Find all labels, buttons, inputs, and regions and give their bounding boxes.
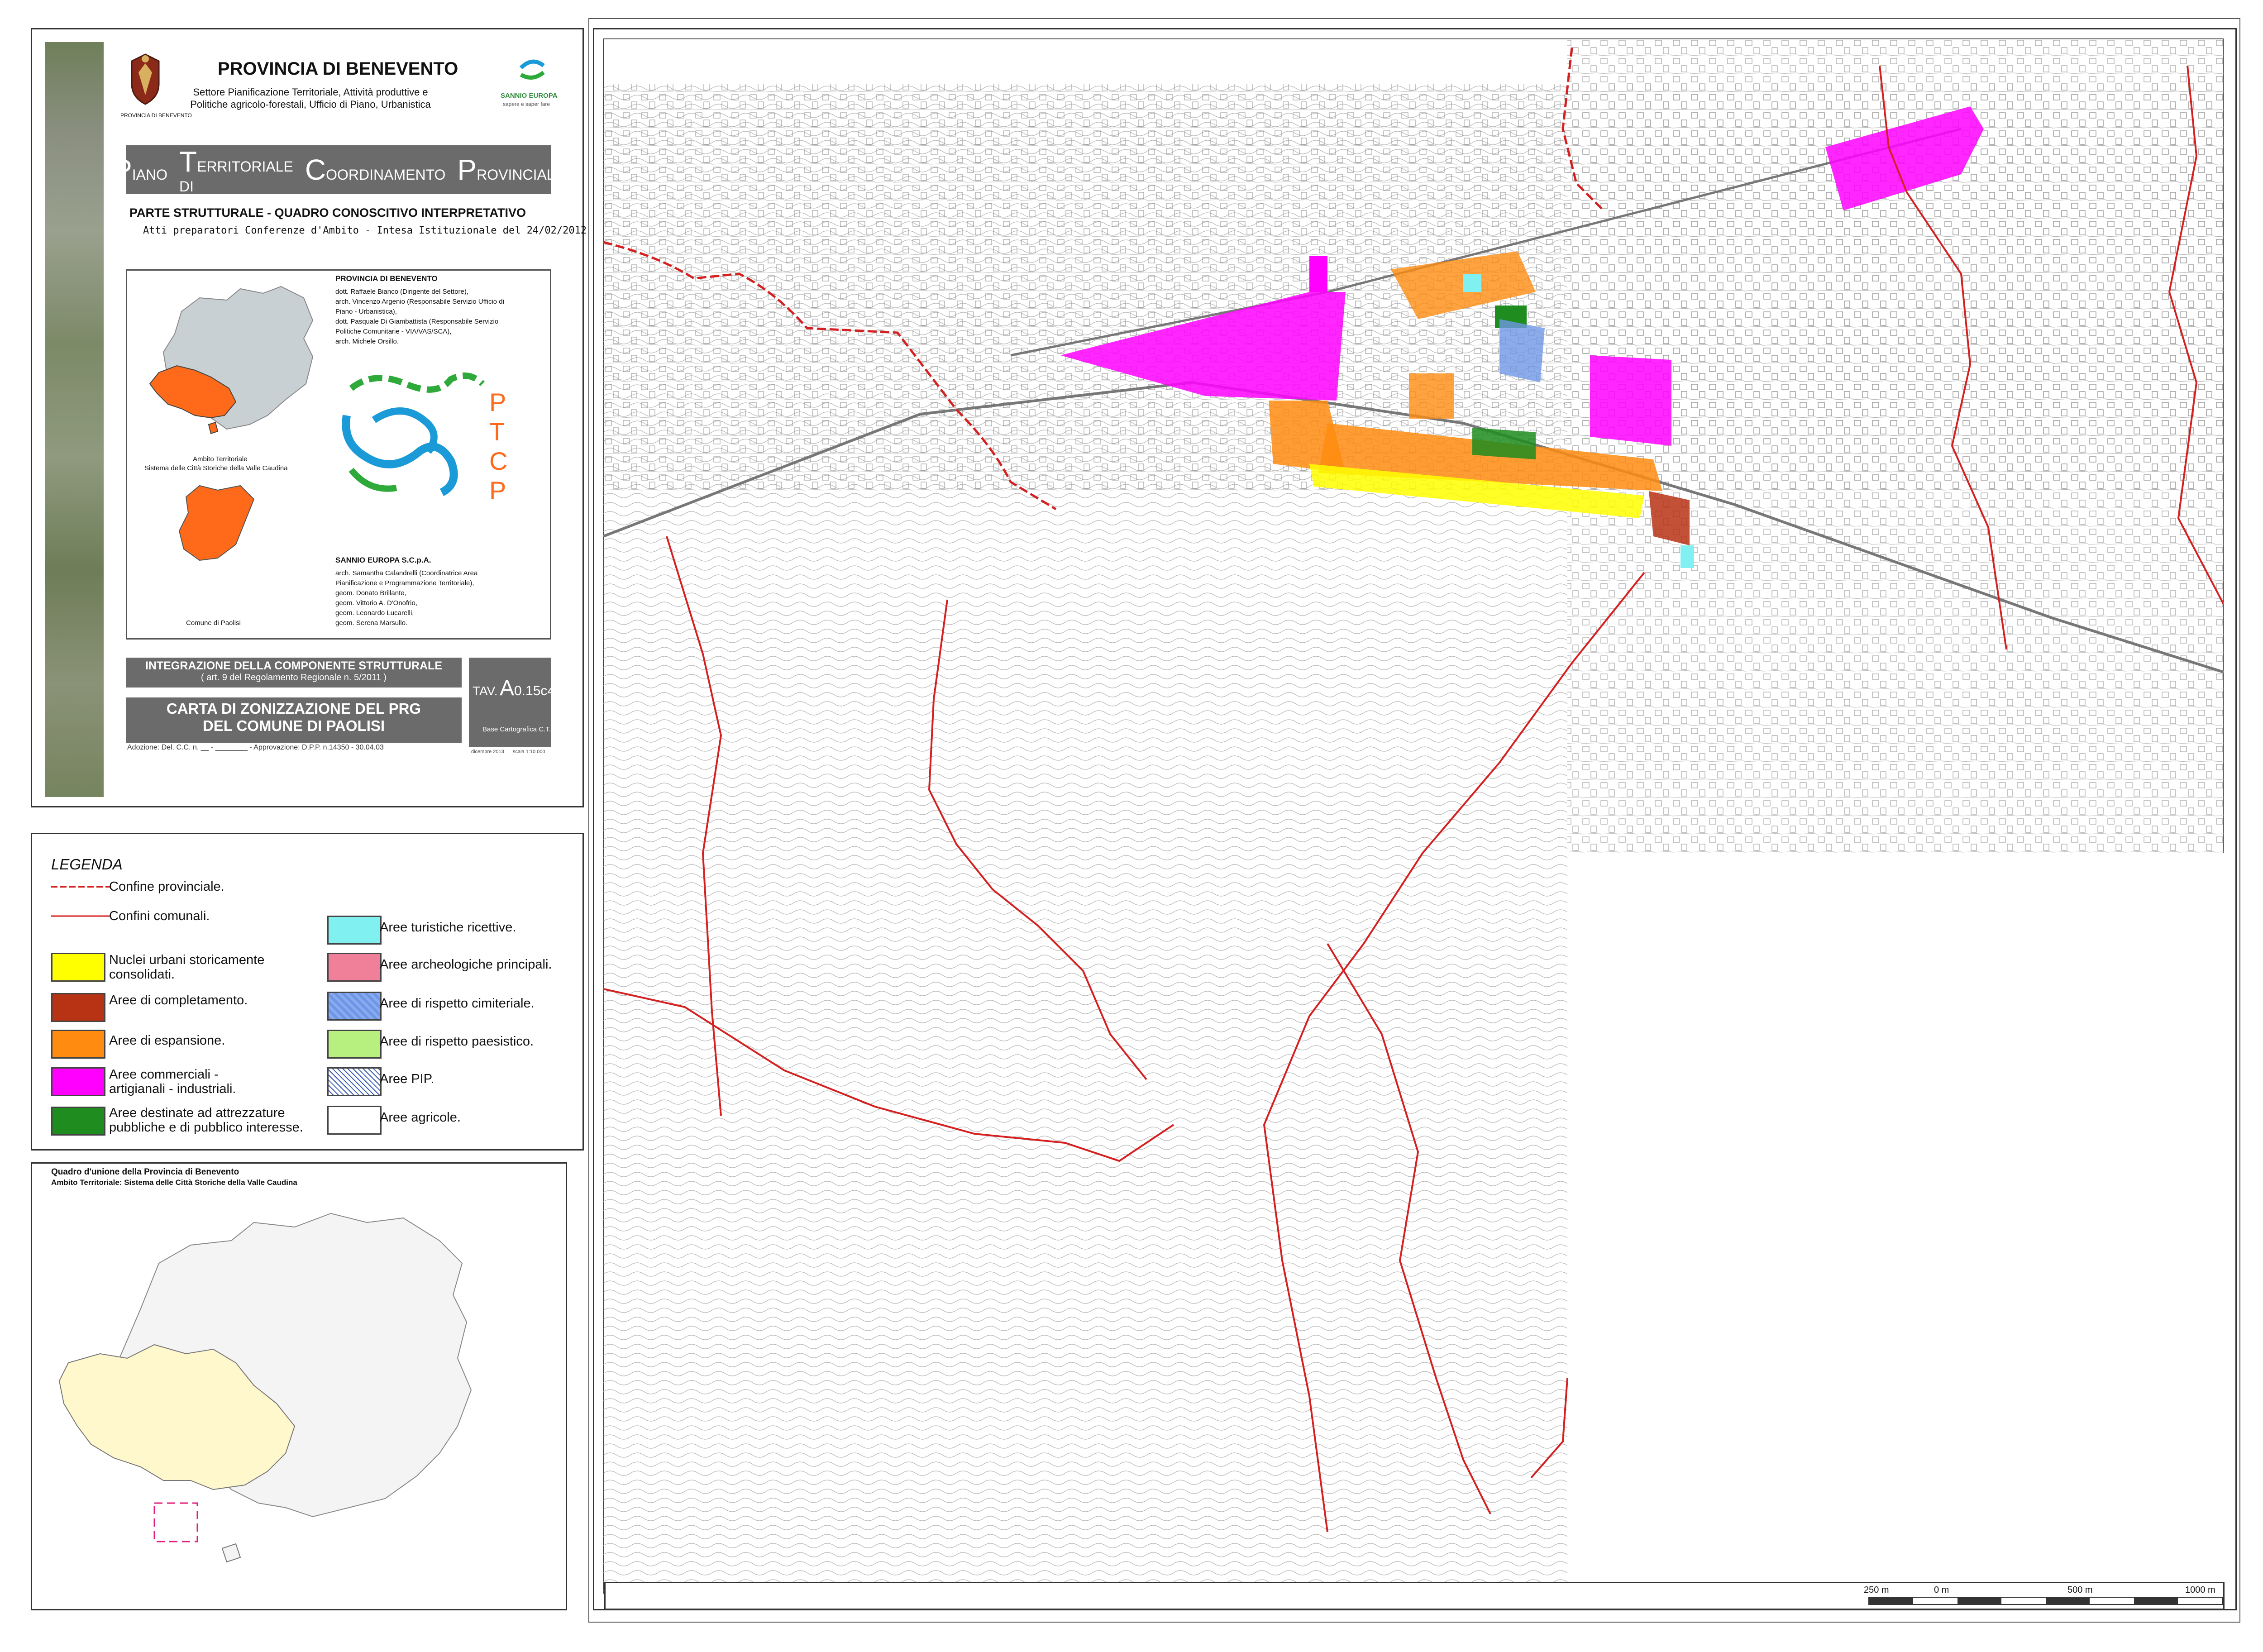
credits-box: Ambito Territoriale Sistema delle Città … [126,269,551,640]
credits-org1: PROVINCIA DI BENEVENTO [335,274,438,283]
legend-label: Confine provinciale. [109,879,224,894]
zoning-map [603,38,2224,1594]
legend-label: Aree agricole. [380,1110,461,1125]
map-caption-comune: Comune di Paolisi [186,619,241,627]
credit-line: arch. Vincenzo Argenio (Responsabile Ser… [335,298,504,306]
legend-label: Aree di completamento. [109,993,248,1007]
legend-label: Aree di rispetto cimiteriale. [380,996,535,1011]
ptcp-letter: P [489,388,506,416]
main-map-panel [593,28,2237,1610]
legend-swatch [327,992,382,1021]
comune-map-icon [178,485,255,561]
credit-line: arch. Michele Orsillo. [335,338,399,345]
legend-label: Aree di rispetto paesistico. [380,1034,534,1049]
credits-org2: SANNIO EUROPA S.C.p.A. [335,556,431,564]
scale-label-500: 500 m [2067,1585,2093,1595]
credit-line: arch. Samantha Calandrelli (Coordinatric… [335,569,478,577]
legend-swatch [51,953,105,982]
scale-label: scala 1:10.000 [513,749,545,754]
legend-swatch [51,1067,105,1096]
ptcp-letter: C [489,447,507,475]
legend-swatch [327,953,382,982]
overview-subtitle: Ambito Territoriale: Sistema delle Città… [51,1178,297,1187]
ptcp-logo-icon: P T C P [342,372,507,505]
credit-line: geom. Serena Marsullo. [335,619,408,627]
banner-word-1: PIANO [113,153,167,186]
credit-line: geom. Leonardo Lucarelli, [335,609,414,617]
credit-line: dott. Pasquale Di Giambattista (Responsa… [335,318,499,325]
tav-box: TAV. A0.15c48 Base Cartografica C.T.R. [469,658,563,747]
scale-strip: 250 m 0 m 500 m 1000 m [604,1582,2225,1610]
credit-line: geom. Donato Brillante, [335,589,406,597]
title-panel: PROVINCIA DI BENEVENTO PROVINCIA DI BENE… [31,28,587,807]
province-title: PROVINCIA DI BENEVENTO [218,59,458,79]
ptcp-banner: PIANO TERRITORIALE DI COORDINAMENTO PROV… [113,145,564,195]
credit-line: Piano - Urbanistica), [335,308,397,315]
scale-bar [1868,1597,2223,1605]
map-title-line1: CARTA DI ZONIZZAZIONE DEL PRG [166,700,421,717]
plan-part-title: PARTE STRUTTURALE - QUADRO CONOSCITIVO I… [129,206,526,220]
map-title-line2: DEL COMUNE DI PAOLISI [202,717,385,734]
banner-word-3: COORDINAMENTO [305,153,446,186]
partner-tagline: sapere e saper fare [503,101,550,107]
province-map-icon [149,286,314,434]
aerial-photo-strip [45,42,104,797]
legend-label: Aree commerciali - artigianali - industr… [109,1067,236,1096]
scale-label-0: 0 m [1934,1585,1949,1595]
integration-title: INTEGRAZIONE DELLA COMPONENTE STRUTTURAL… [145,659,442,672]
emblem-caption: PROVINCIA DI BENEVENTO [120,112,192,119]
plan-acts: Atti preparatori Conferenze d'Ambito - I… [143,225,587,236]
map-caption-sistema: Sistema delle Città Storiche della Valle… [144,464,288,472]
legend-swatch [327,1030,382,1059]
credit-line: Politiche Comunitarie - VIA/VAS/SCA), [335,328,452,335]
legend-swatch [51,1107,105,1136]
scale-label-1000: 1000 m [2185,1585,2215,1595]
adoption-text: Adozione: Del. C.C. n. __ - ________ - A… [127,744,384,751]
municipal-boundary-line-icon [51,915,110,917]
credit-line: dott. Raffaele Bianco (Dirigente del Set… [335,288,469,296]
legend-label: Aree archeologiche principali. [380,957,552,972]
legend-panel: LEGENDA Confine provinciale. Confini com… [31,833,584,1151]
legend-title: LEGENDA [51,856,123,873]
banner-word-4: PROVINCIALE [457,153,564,186]
credit-line: Pianificazione e Programmazione Territor… [335,579,474,587]
partner-logo-text: SANNIO EUROPA [501,92,558,100]
scale-label-250: 250 m [1864,1585,1889,1595]
integration-subtitle: ( art. 9 del Regolamento Regionale n. 5/… [201,673,387,683]
map-caption-ambito: Ambito Territoriale [193,455,248,463]
map-title-box: CARTA DI ZONIZZAZIONE DEL PRG DEL COMUNE… [126,697,462,743]
legend-label: Aree destinate ad attrezzature pubbliche… [109,1106,303,1135]
credit-line: geom. Vittorio A. D'Onofrio, [335,599,418,607]
legend-swatch [327,1106,382,1135]
tav-code: TAV. A0.15c48 [473,676,563,700]
provincial-boundary-line-icon [51,886,110,888]
ptcp-letter: T [489,417,505,446]
integration-box: INTEGRAZIONE DELLA COMPONENTE STRUTTURAL… [126,658,462,688]
date-label: dicembre 2013 [471,749,504,754]
sannio-europa-logo-icon [519,59,545,80]
legend-swatch [327,1067,382,1096]
ptcp-letter: P [489,476,506,505]
legend-label: Confini comunali. [109,909,210,923]
overview-panel: Quadro d'unione della Provincia di Benev… [31,1162,567,1610]
legend-label: Aree PIP. [380,1072,434,1086]
legend-label: Aree turistiche ricettive. [380,920,516,935]
legend-swatch [51,993,105,1022]
legend-label: Nuclei urbani storicamente consolidati. [109,953,265,982]
banner-word-2: TERRITORIALE DI [179,145,293,195]
base-cartografica: Base Cartografica C.T.R. [482,726,558,733]
overview-title: Quadro d'unione della Provincia di Benev… [51,1167,239,1177]
legend-swatch [327,916,382,945]
overview-map [58,1213,472,1563]
sector-text: Settore Pianificazione Territoriale, Att… [190,86,431,110]
legend-label: Aree di espansione. [109,1033,225,1048]
legend-swatch [51,1030,105,1059]
province-emblem-icon [131,53,160,105]
